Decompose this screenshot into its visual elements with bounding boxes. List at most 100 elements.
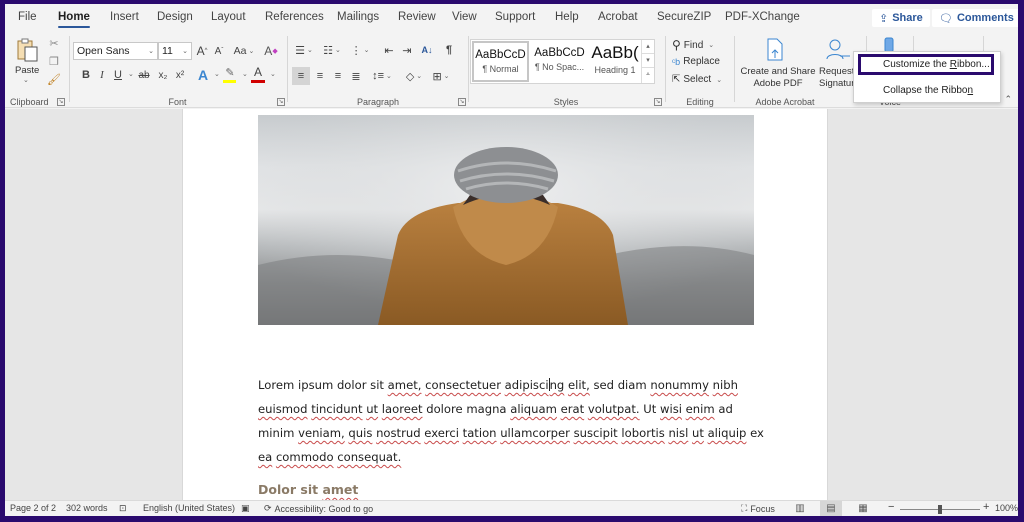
chevron-down-icon[interactable]: ⌄	[242, 70, 248, 78]
bullets-icon[interactable]: ☰ ⌄	[292, 42, 316, 58]
styles-launcher-icon[interactable]: ↘	[654, 98, 662, 106]
font-size-select[interactable]: 11 ⌄	[158, 42, 192, 60]
shading-icon[interactable]: ◇ ⌄	[402, 67, 426, 85]
tab-view[interactable]: View	[452, 11, 477, 23]
create-share-line1: Create and Share	[740, 66, 816, 77]
print-layout-icon[interactable]: ▤	[820, 501, 842, 516]
create-pdf-icon[interactable]	[763, 37, 787, 63]
chevron-down-icon[interactable]: ⌄	[214, 70, 220, 78]
word-count[interactable]: 302 words	[66, 503, 108, 513]
tab-support[interactable]: Support	[495, 11, 535, 23]
tab-help[interactable]: Help	[555, 11, 579, 23]
superscript-button[interactable]: x²	[173, 67, 187, 83]
tab-references[interactable]: References	[265, 11, 324, 23]
underline-button[interactable]: U	[112, 67, 124, 83]
show-marks-icon[interactable]: ¶	[443, 42, 455, 58]
tab-insert[interactable]: Insert	[110, 11, 139, 23]
replace-button[interactable]: ᶜb Replace	[672, 56, 720, 67]
subscript-button[interactable]: x₂	[156, 67, 170, 83]
customize-ribbon-menu-item[interactable]: Customize the Ribbon...	[858, 54, 994, 75]
font-name-select[interactable]: Open Sans ⌄	[73, 42, 158, 60]
shrink-font-icon[interactable]: Aˇ	[212, 42, 226, 60]
grow-font-icon[interactable]: A ^	[195, 42, 209, 60]
chevron-down-icon[interactable]: ⌄	[128, 70, 134, 78]
read-mode-icon[interactable]: ▥	[789, 501, 811, 516]
strikethrough-button[interactable]: ab	[136, 67, 152, 83]
search-icon: ⚲	[672, 38, 681, 52]
align-right-icon[interactable]: ≡	[330, 67, 346, 85]
tab-design[interactable]: Design	[157, 11, 193, 23]
word: ut	[366, 402, 379, 416]
menu-item-text: Customize the	[883, 59, 950, 70]
request-signature-icon[interactable]	[825, 37, 851, 63]
accessibility-status[interactable]: ⟳ Accessibility: Good to go	[264, 503, 373, 514]
page-count[interactable]: Page 2 of 2	[10, 503, 56, 513]
document-image[interactable]	[258, 115, 754, 325]
word: lobortis	[621, 426, 665, 440]
change-case-icon[interactable]: Aa ⌄	[231, 42, 257, 60]
align-left-icon[interactable]: ≡	[292, 67, 310, 85]
paste-label[interactable]: Paste	[15, 65, 39, 76]
clear-formatting-icon[interactable]: A ◆	[263, 42, 279, 60]
clipboard-launcher-icon[interactable]: ↘	[57, 98, 65, 106]
italic-button[interactable]: I	[96, 67, 108, 83]
word: quis	[348, 426, 373, 440]
paragraph-launcher-icon[interactable]: ↘	[458, 98, 466, 106]
paste-dropdown-caret[interactable]: ⌄	[23, 76, 29, 84]
decrease-indent-icon[interactable]: ⇤	[382, 42, 396, 58]
justify-icon[interactable]: ≣	[348, 67, 364, 85]
word: nisl	[668, 426, 689, 440]
highlight-icon[interactable]: ✎	[222, 65, 238, 79]
focus-button[interactable]: ⛶ Focus	[741, 503, 775, 514]
tab-pdf-xchange[interactable]: PDF-XChange	[725, 11, 800, 23]
font-launcher-icon[interactable]: ↘	[277, 98, 285, 106]
share-button[interactable]: ⇪ Share	[872, 9, 930, 27]
zoom-percent[interactable]: 100%	[995, 503, 1018, 513]
multilevel-list-icon[interactable]: ⋮ ⌄	[348, 42, 372, 58]
web-layout-icon[interactable]: ▦	[852, 501, 874, 516]
select-button[interactable]: ⇱ Select ⌄	[672, 74, 722, 85]
body-paragraph[interactable]: Lorem ipsum dolor sit amet, consectetuer…	[258, 373, 768, 469]
find-button[interactable]: ⚲ Find ⌄	[672, 38, 714, 52]
word: euismod	[258, 402, 308, 416]
tab-review[interactable]: Review	[398, 11, 436, 23]
macro-recording-icon[interactable]: ▣	[241, 503, 250, 514]
tab-layout[interactable]: Layout	[211, 11, 246, 23]
proofing-icon[interactable]: ⊡	[119, 503, 127, 514]
numbering-icon[interactable]: ☷ ⌄	[320, 42, 344, 58]
collapse-ribbon-chevron-icon[interactable]: ⌃	[1004, 94, 1012, 105]
copy-icon[interactable]: ❐	[47, 54, 61, 68]
collapse-ribbon-menu-item[interactable]: Collapse the Ribbon	[858, 81, 994, 102]
text-effects-button[interactable]: A	[195, 66, 211, 84]
tab-mailings[interactable]: Mailings	[337, 11, 379, 23]
tab-file[interactable]: File	[18, 11, 37, 23]
accessibility-text: Accessibility: Good to go	[274, 503, 374, 514]
document-page[interactable]: Lorem ipsum dolor sit amet, consectetuer…	[182, 109, 828, 500]
tab-home[interactable]: Home	[58, 11, 90, 28]
cut-icon[interactable]: ✂	[47, 36, 61, 50]
borders-icon[interactable]: ⊞ ⌄	[428, 67, 454, 85]
line-spacing-icon[interactable]: ↕≡ ⌄	[370, 67, 394, 85]
create-share-pdf-button[interactable]: Create and Share Adobe PDF	[737, 66, 819, 90]
chevron-down-icon[interactable]: ⌄	[270, 70, 276, 78]
zoom-out-button[interactable]: −	[888, 501, 894, 513]
format-painter-icon[interactable]: 🖌	[47, 72, 61, 86]
increase-indent-icon[interactable]: ⇥	[400, 42, 414, 58]
word: dolore	[426, 402, 463, 416]
word: ea	[258, 450, 273, 464]
language[interactable]: English (United States)	[143, 503, 235, 513]
bold-button[interactable]: B	[80, 67, 92, 83]
document-canvas[interactable]: Lorem ipsum dolor sit amet, consectetuer…	[5, 109, 1018, 500]
zoom-slider-thumb[interactable]	[938, 505, 942, 514]
zoom-in-button[interactable]: +	[983, 501, 989, 513]
tab-acrobat[interactable]: Acrobat	[598, 11, 638, 23]
zoom-slider[interactable]	[900, 505, 980, 514]
sort-icon[interactable]: A↓	[420, 42, 434, 58]
comments-button[interactable]: 🗨 Comments	[932, 9, 1018, 27]
paste-icon[interactable]	[13, 36, 43, 64]
tab-securezip[interactable]: SecureZIP	[657, 11, 711, 23]
document-heading[interactable]: Dolor sit amet	[258, 482, 358, 497]
center-icon[interactable]: ≡	[312, 67, 328, 85]
font-color-button[interactable]: A	[251, 65, 265, 79]
font-name-value: Open Sans	[77, 45, 130, 57]
